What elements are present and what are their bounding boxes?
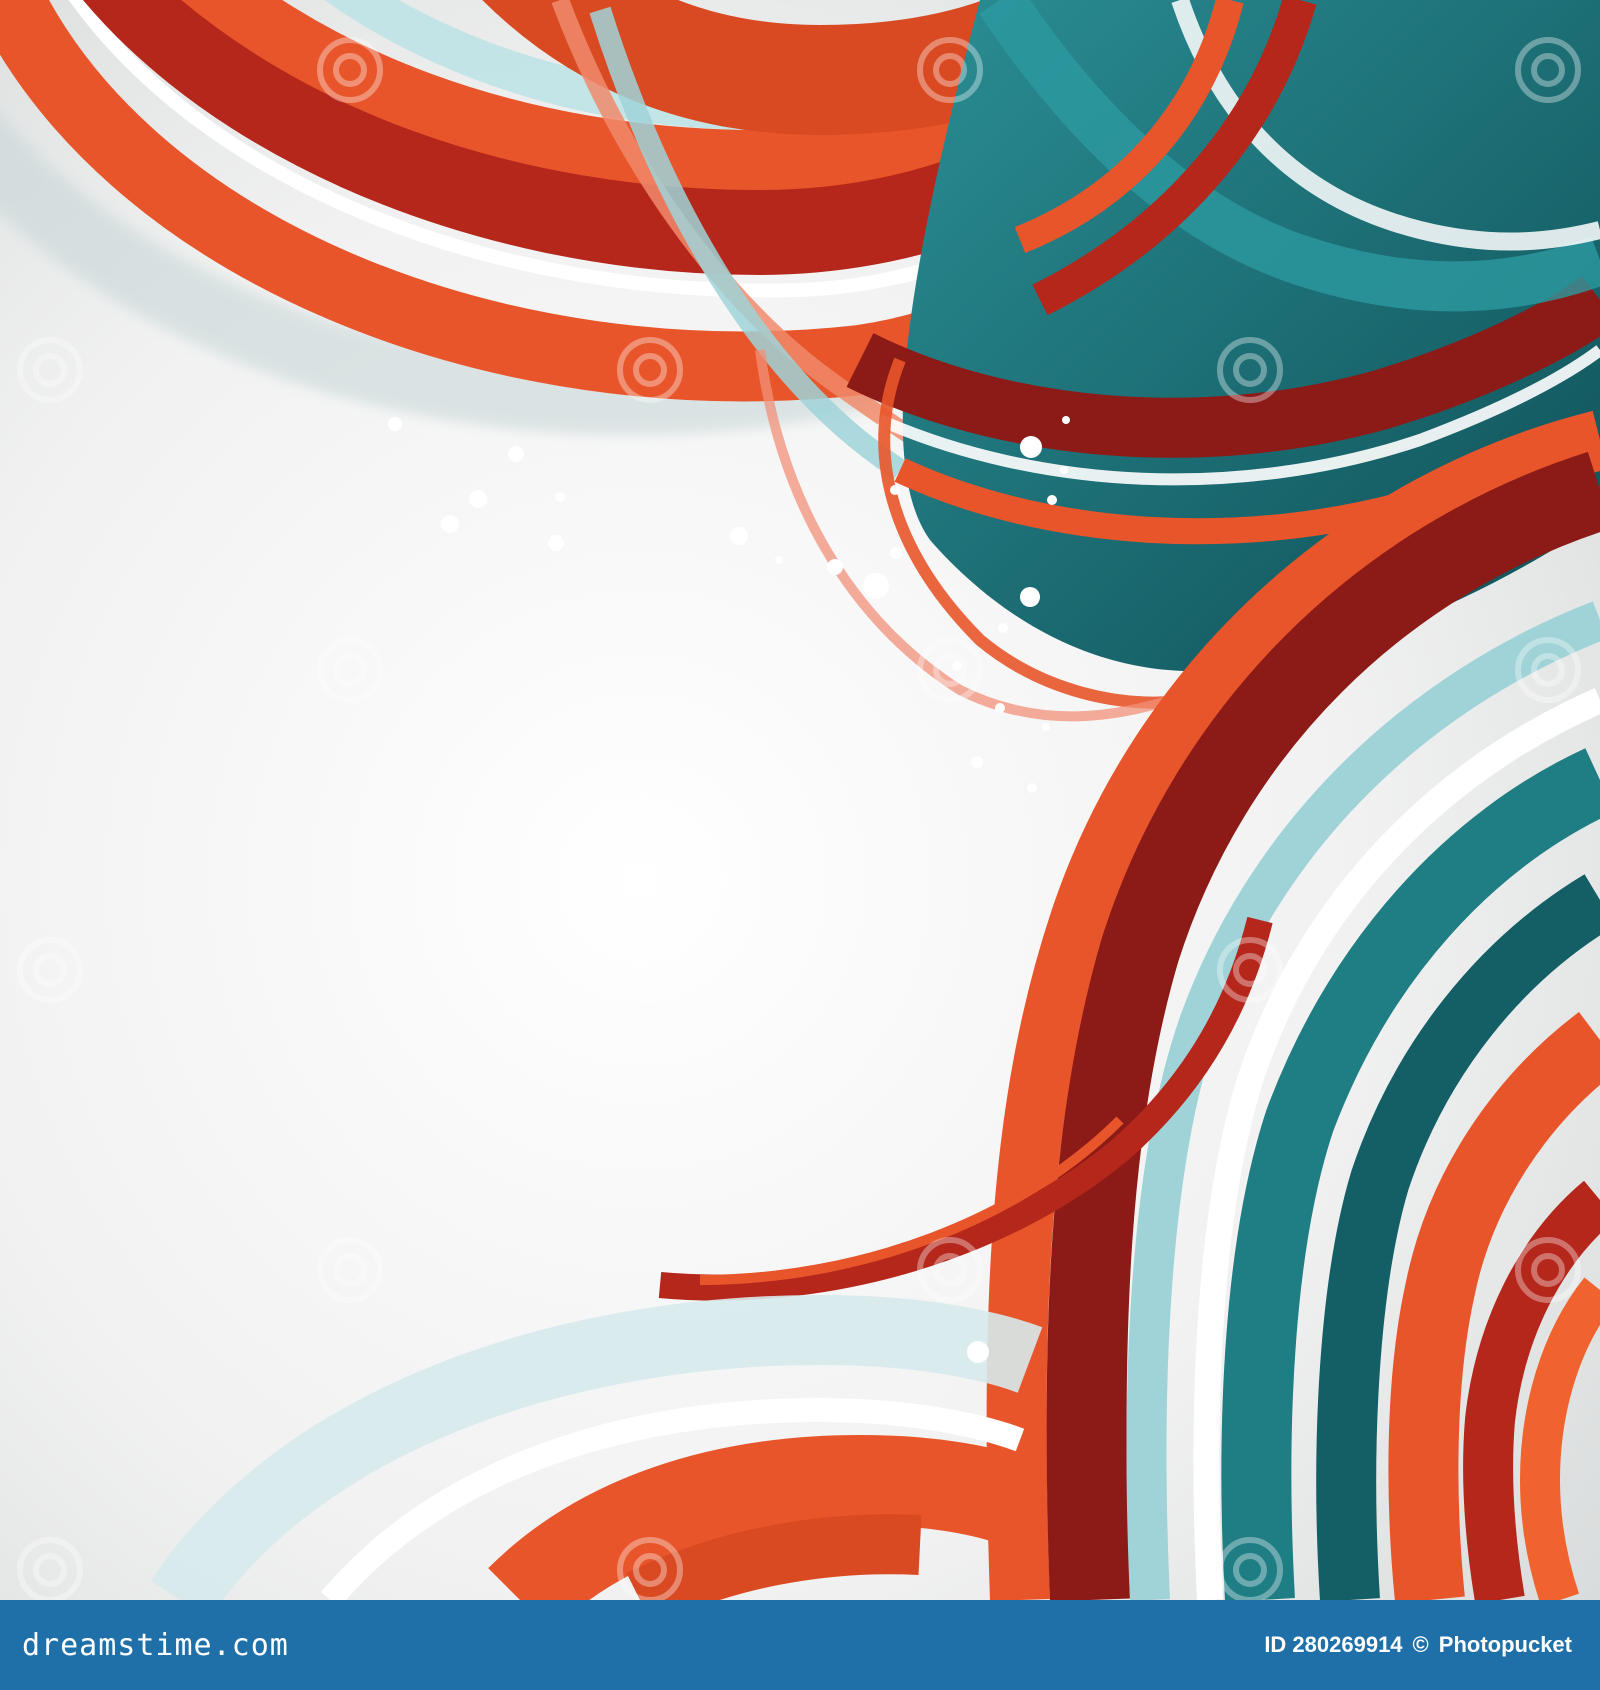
stock-image-page: dreamstime.com ID 280269914 © Photopucke… xyxy=(0,0,1600,1690)
footer-bar: dreamstime.com ID 280269914 © Photopucke… xyxy=(0,1600,1600,1690)
copyright-symbol: © xyxy=(1412,1632,1429,1657)
brand-wordmark[interactable]: dreamstime.com xyxy=(22,1628,289,1663)
photo-id: ID 280269914 xyxy=(1264,1632,1403,1657)
abstract-swirl-artwork xyxy=(0,0,1600,1600)
contributor-name[interactable]: Photopucket xyxy=(1439,1632,1572,1658)
image-credit: ID 280269914 © Photopucket xyxy=(1264,1632,1572,1658)
